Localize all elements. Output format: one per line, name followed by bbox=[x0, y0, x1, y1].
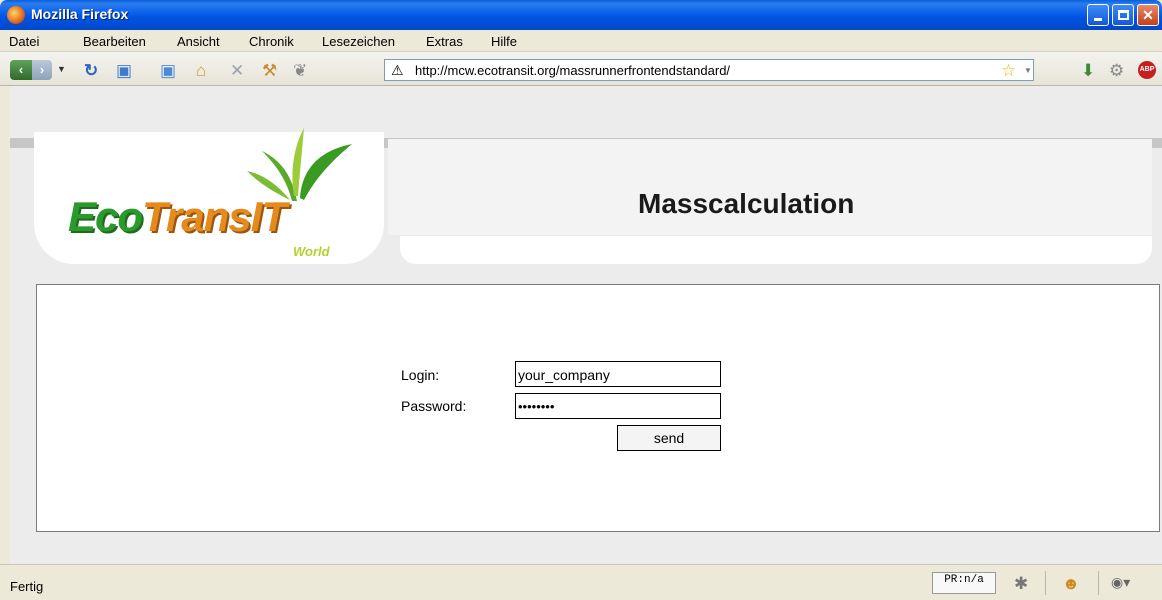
login-form: Login: your_company Password: •••••••• s… bbox=[36, 284, 1160, 532]
adblock-icon[interactable]: ABP bbox=[1138, 61, 1156, 79]
addon-icon[interactable]: ❦ bbox=[293, 62, 307, 79]
view-options-icon[interactable]: ◉▾ bbox=[1111, 574, 1130, 591]
forward-button[interactable]: › bbox=[32, 60, 52, 80]
send-button[interactable]: send bbox=[617, 425, 721, 451]
status-divider bbox=[1045, 571, 1046, 595]
page-title: Masscalculation bbox=[638, 188, 855, 219]
menu-chronik[interactable]: Chronik bbox=[249, 34, 294, 49]
download-icon[interactable]: ⬇ bbox=[1081, 62, 1095, 79]
login-input-value: your_company bbox=[518, 367, 610, 383]
logo-eco-text: Eco bbox=[68, 193, 143, 240]
title-panel-bottom bbox=[400, 236, 1152, 264]
minimize-icon bbox=[1094, 18, 1102, 21]
new-tab-icon[interactable]: ▣ bbox=[116, 62, 132, 79]
menu-extras[interactable]: Extras bbox=[426, 34, 463, 49]
url-dropdown-icon[interactable]: ▼ bbox=[1024, 66, 1032, 75]
ecotransit-logo: EcoTransIT bbox=[68, 193, 287, 241]
tools-icon[interactable]: ⚒ bbox=[262, 62, 277, 79]
url-text[interactable]: http://mcw.ecotransit.org/massrunnerfron… bbox=[415, 63, 730, 78]
window-title: Mozilla Firefox bbox=[31, 6, 129, 22]
page-content: EcoTransIT World Masscalculation Login: … bbox=[10, 86, 1162, 564]
minimize-button[interactable] bbox=[1087, 4, 1109, 26]
history-dropdown-icon[interactable]: ▼ bbox=[57, 64, 66, 74]
maximize-button[interactable] bbox=[1112, 4, 1134, 26]
pagerank-indicator[interactable]: PR:n/a bbox=[932, 572, 996, 594]
menu-bearbeiten[interactable]: Bearbeiten bbox=[83, 34, 146, 49]
firefox-icon bbox=[7, 6, 25, 24]
firebug-icon[interactable]: ✱ bbox=[1014, 574, 1028, 594]
navigation-toolbar: ‹ › ▼ ↻ ▣ ▣ ⌂ ✕ ⚒ ❦ ⚠ http://mcw.ecotran… bbox=[0, 52, 1162, 86]
close-icon: ✕ bbox=[1142, 7, 1154, 23]
settings-gear-icon[interactable]: ⚙ bbox=[1109, 62, 1124, 79]
window-titlebar: Mozilla Firefox ✕ bbox=[0, 0, 1162, 30]
status-bar: Fertig PR:n/a ✱ ☻ ◉▾ bbox=[0, 564, 1162, 600]
reload-icon[interactable]: ↻ bbox=[84, 62, 98, 79]
menu-ansicht[interactable]: Ansicht bbox=[177, 34, 220, 49]
site-info-icon[interactable]: ⚠ bbox=[391, 62, 404, 79]
new-window-icon[interactable]: ▣ bbox=[160, 62, 176, 79]
password-input-value: •••••••• bbox=[518, 399, 555, 414]
menu-bar: Datei Bearbeiten Ansicht Chronik Lesezei… bbox=[0, 30, 1162, 52]
status-text: Fertig bbox=[10, 579, 44, 594]
forward-arrow-icon: › bbox=[39, 62, 45, 77]
greasemonkey-icon[interactable]: ☻ bbox=[1062, 574, 1080, 594]
password-input[interactable]: •••••••• bbox=[515, 393, 721, 419]
maximize-icon bbox=[1118, 10, 1129, 20]
status-divider bbox=[1098, 571, 1099, 595]
login-label: Login: bbox=[401, 367, 440, 383]
title-panel bbox=[388, 139, 1152, 235]
back-button[interactable]: ‹ bbox=[10, 60, 32, 80]
close-button[interactable]: ✕ bbox=[1137, 4, 1159, 26]
url-bar[interactable]: ⚠ http://mcw.ecotransit.org/massrunnerfr… bbox=[384, 59, 1034, 81]
bookmark-star-icon[interactable]: ☆ bbox=[1001, 61, 1016, 81]
back-arrow-icon: ‹ bbox=[18, 62, 24, 77]
password-label: Password: bbox=[401, 398, 467, 414]
stop-icon[interactable]: ✕ bbox=[230, 62, 244, 79]
logo-transit-text: TransIT bbox=[142, 193, 287, 240]
home-icon[interactable]: ⌂ bbox=[196, 62, 206, 79]
menu-datei[interactable]: Datei bbox=[9, 34, 39, 49]
logo-world-text: World bbox=[293, 244, 330, 259]
menu-hilfe[interactable]: Hilfe bbox=[491, 34, 517, 49]
menu-lesezeichen[interactable]: Lesezeichen bbox=[322, 34, 395, 49]
login-input[interactable]: your_company bbox=[515, 361, 721, 387]
